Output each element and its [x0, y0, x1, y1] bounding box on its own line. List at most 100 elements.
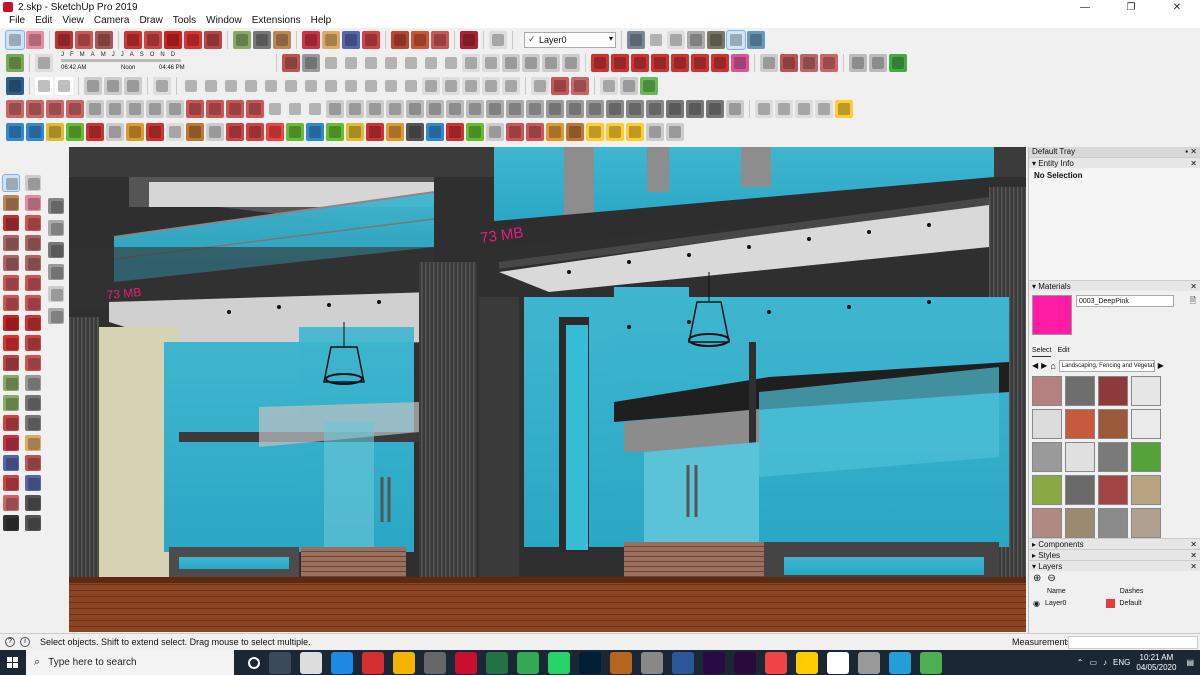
curve-tool-19-icon[interactable]: [546, 100, 564, 118]
follow-me-icon[interactable]: [25, 335, 41, 351]
extrude-11-icon[interactable]: [206, 123, 224, 141]
zoom-tool-icon[interactable]: [342, 31, 360, 49]
material-thumb[interactable]: [1032, 442, 1062, 472]
taskbar-search[interactable]: ⌕ Type here to search: [26, 650, 234, 675]
pan-icon[interactable]: [25, 435, 41, 451]
curve-tool-24-icon[interactable]: [646, 100, 664, 118]
layer-color-swatch[interactable]: [1106, 598, 1116, 608]
play-icon[interactable]: [35, 77, 53, 95]
dimension-icon[interactable]: [25, 375, 41, 391]
zoom-extents-icon[interactable]: [3, 475, 19, 491]
extrude-30-icon[interactable]: [586, 123, 604, 141]
add-layer-icon[interactable]: ⊕: [1033, 573, 1041, 584]
menu-window[interactable]: Window: [201, 14, 247, 28]
house-back-icon[interactable]: [48, 308, 64, 324]
paint-bucket-tool-icon[interactable]: [273, 31, 291, 49]
extrude-26-icon[interactable]: [506, 123, 524, 141]
cloud-tool-5-icon[interactable]: [835, 100, 853, 118]
shaded-textures-style-icon[interactable]: [707, 31, 725, 49]
rotate-icon[interactable]: [3, 335, 19, 351]
task-view-icon[interactable]: [269, 651, 291, 674]
extension-warehouse-icon[interactable]: [431, 31, 449, 49]
rotated-rectangle-icon[interactable]: [25, 235, 41, 251]
sandbox-stamp-icon[interactable]: [820, 54, 838, 72]
axis-red-icon[interactable]: [591, 54, 609, 72]
extrude-4-icon[interactable]: [66, 123, 84, 141]
camera-icon[interactable]: [84, 77, 102, 95]
extrude-12-icon[interactable]: [226, 123, 244, 141]
rectangle-tool-icon[interactable]: [95, 31, 113, 49]
shape-oval-icon[interactable]: [382, 54, 400, 72]
extrude-1-icon[interactable]: [6, 123, 24, 141]
video-icon[interactable]: [124, 77, 142, 95]
menu-view[interactable]: View: [57, 14, 89, 28]
curve-tool-7-icon[interactable]: [306, 100, 324, 118]
section-plane-icon[interactable]: [25, 515, 41, 531]
material-thumb[interactable]: [1098, 508, 1128, 538]
excel-icon[interactable]: [486, 651, 508, 674]
axes-icon[interactable]: [3, 415, 19, 431]
chrome-icon[interactable]: [517, 651, 539, 674]
clock[interactable]: 10:21 AM 04/05/2020: [1136, 653, 1176, 673]
curve-tool-12-icon[interactable]: [406, 100, 424, 118]
material-name-field[interactable]: 0003_DeepPink: [1076, 295, 1174, 307]
telegram-icon[interactable]: [889, 651, 911, 674]
home-icon[interactable]: ⌂: [1050, 361, 1055, 371]
fredo-bend-icon[interactable]: [571, 77, 589, 95]
shadow-date-slider[interactable]: [61, 59, 181, 62]
hidden-line-style-icon[interactable]: [667, 31, 685, 49]
curve-tool-21-icon[interactable]: [586, 100, 604, 118]
curve-tool-25-icon[interactable]: [666, 100, 684, 118]
curve-tool-28-icon[interactable]: [726, 100, 744, 118]
round-corner-6-icon[interactable]: [282, 77, 300, 95]
curve-tool-6-icon[interactable]: [286, 100, 304, 118]
select-tool-icon[interactable]: [5, 30, 25, 50]
extrude-21-icon[interactable]: [406, 123, 424, 141]
material-thumb[interactable]: [1065, 442, 1095, 472]
layer-row[interactable]: ◉ Layer0 Default: [1029, 597, 1200, 609]
sticky-notes-icon[interactable]: [796, 651, 818, 674]
close-panel-icon[interactable]: ✕: [1190, 561, 1197, 572]
cloud-tool-1-icon[interactable]: [755, 100, 773, 118]
word-icon[interactable]: [672, 651, 694, 674]
axis-yellow-icon[interactable]: [651, 54, 669, 72]
three-point-arc-icon[interactable]: [3, 295, 19, 311]
shape-blob-icon[interactable]: [422, 54, 440, 72]
house-left-icon[interactable]: [48, 220, 64, 236]
joint-push-pull-icon[interactable]: [600, 77, 618, 95]
shape-parallelogram-icon[interactable]: [442, 54, 460, 72]
material-thumb[interactable]: [1131, 442, 1161, 472]
geo-location-icon[interactable]: ?: [5, 637, 15, 647]
material-thumb[interactable]: [1065, 376, 1095, 406]
extrude-15-icon[interactable]: [286, 123, 304, 141]
file-explorer-icon[interactable]: [393, 651, 415, 674]
pie-icon[interactable]: [25, 295, 41, 311]
maximize-button[interactable]: ❐: [1108, 0, 1154, 14]
extrude-20-icon[interactable]: [386, 123, 404, 141]
menu-extensions[interactable]: Extensions: [247, 14, 306, 28]
premiere-icon[interactable]: [734, 651, 756, 674]
solid-tools-icon[interactable]: [889, 54, 907, 72]
tools-on-surface-polygon-icon[interactable]: [86, 100, 104, 118]
scale-tool-icon[interactable]: [204, 31, 222, 49]
curve-tool-2-icon[interactable]: [206, 100, 224, 118]
extrude-31-icon[interactable]: [606, 123, 624, 141]
tab-select[interactable]: Select: [1032, 347, 1052, 357]
material-thumb[interactable]: [1098, 442, 1128, 472]
shaded-style-icon[interactable]: [687, 31, 705, 49]
material-thumb[interactable]: [1098, 475, 1128, 505]
section-cut-icon[interactable]: [869, 54, 887, 72]
tab-edit[interactable]: Edit: [1057, 347, 1069, 357]
section-icon[interactable]: [849, 54, 867, 72]
round-corner-5-icon[interactable]: [262, 77, 280, 95]
create-material-icon[interactable]: 🗎: [1190, 295, 1196, 309]
cortana-icon[interactable]: [248, 656, 260, 669]
round-corner-9-icon[interactable]: [342, 77, 360, 95]
zoom-icon[interactable]: [3, 455, 19, 471]
curve-tool-17-icon[interactable]: [506, 100, 524, 118]
make-component-icon[interactable]: [25, 175, 41, 191]
scale-icon[interactable]: [3, 355, 19, 371]
round-corner-8-icon[interactable]: [322, 77, 340, 95]
axis-green-icon[interactable]: [611, 54, 629, 72]
sandbox-smoove-icon[interactable]: [800, 54, 818, 72]
